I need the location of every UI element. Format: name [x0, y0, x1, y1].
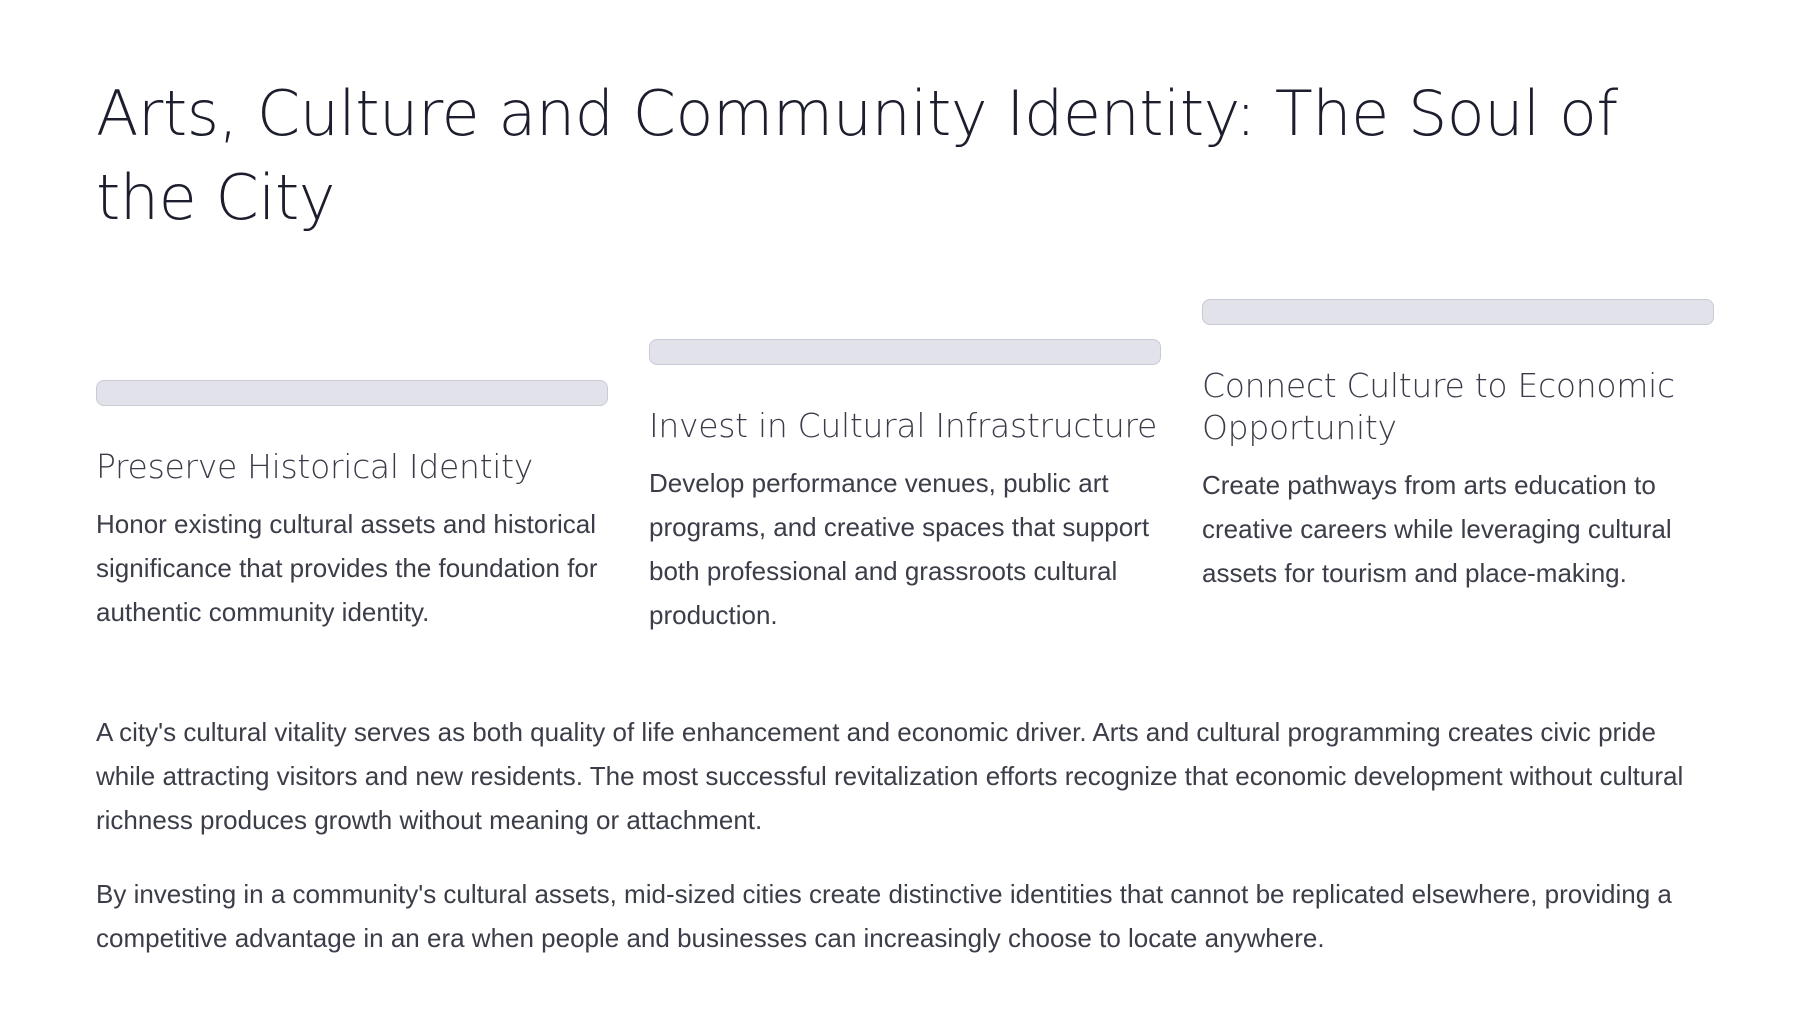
step-description: Honor existing cultural assets and histo…: [96, 509, 598, 627]
step-column-1: Preserve Historical Identity Honor exist…: [96, 380, 608, 634]
step-bar: [649, 339, 1161, 365]
steps-columns: Preserve Historical Identity Honor exist…: [96, 0, 1716, 700]
body-paragraph: By investing in a community's cultural a…: [96, 879, 1672, 953]
step-description: Develop performance venues, public art p…: [649, 468, 1150, 630]
step-description: Create pathways from arts education to c…: [1202, 470, 1672, 588]
step-bar: [1202, 299, 1714, 325]
step-heading: Invest in Cultural Infrastructure: [649, 406, 1158, 445]
step-column-2: Invest in Cultural Infrastructure Develo…: [649, 339, 1161, 637]
step-heading: Preserve Historical Identity: [96, 447, 533, 486]
slide-page: Arts, Culture and Community Identity: Th…: [96, 0, 1716, 1028]
body-paragraph: A city's cultural vitality serves as bot…: [96, 717, 1684, 835]
step-column-3: Connect Culture to Economic Opportunity …: [1202, 299, 1714, 595]
step-bar: [96, 380, 608, 406]
step-heading: Connect Culture to Economic Opportunity: [1202, 366, 1675, 447]
